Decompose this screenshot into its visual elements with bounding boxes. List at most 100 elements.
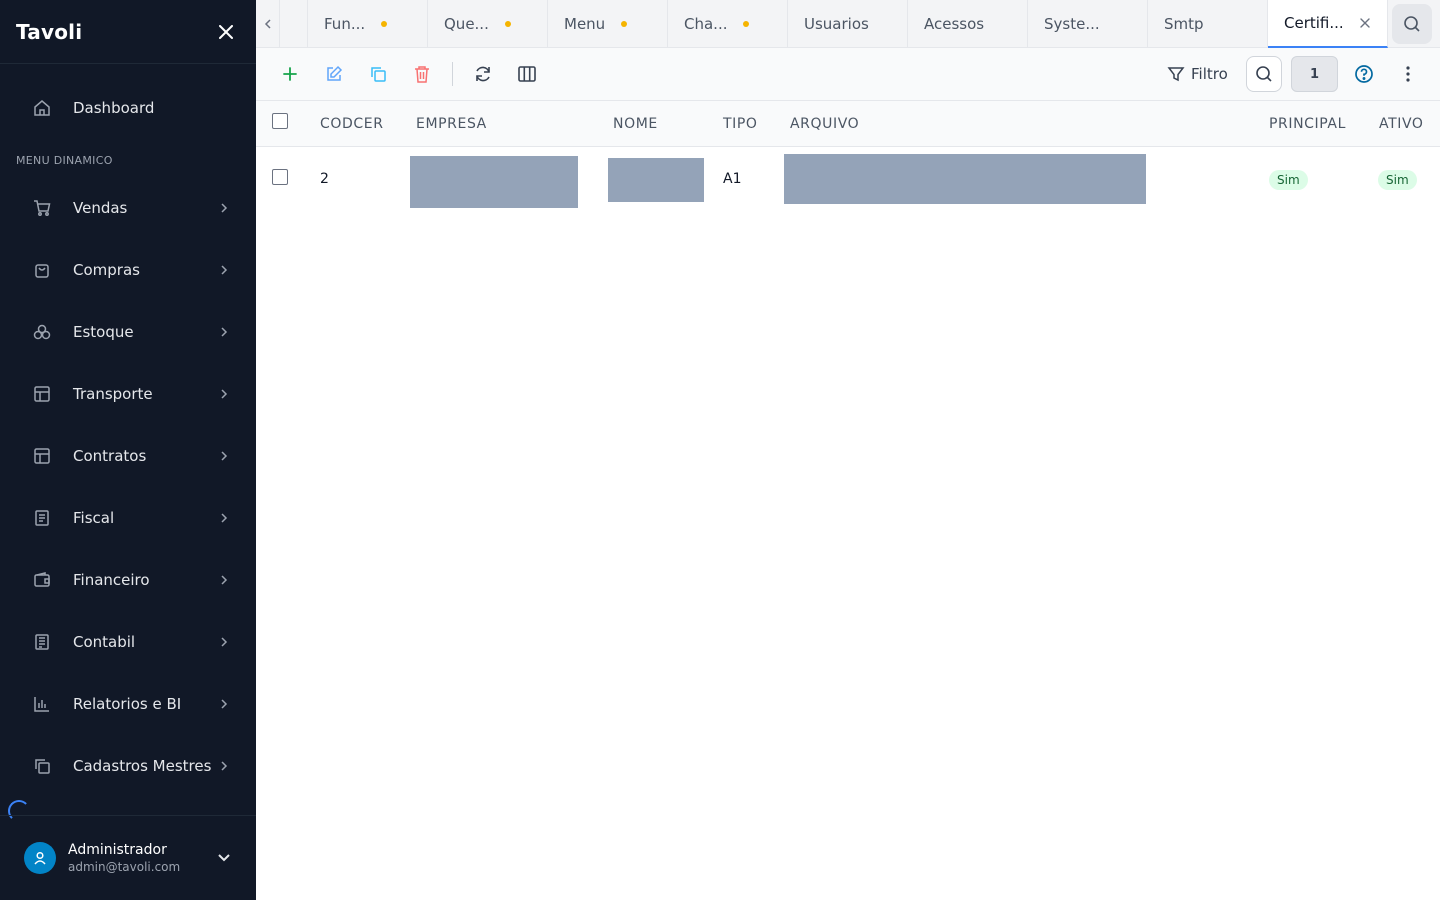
brand-logo: Tavoli bbox=[16, 19, 83, 44]
sidebar-item-financeiro[interactable]: Financeiro bbox=[16, 549, 240, 611]
toolbar: Filtro 1 bbox=[256, 48, 1440, 101]
bar-chart-icon bbox=[32, 694, 52, 714]
tab-search-button[interactable] bbox=[1392, 4, 1432, 44]
cell-tipo: A1 bbox=[723, 171, 742, 187]
sidebar-item-label: Vendas bbox=[73, 199, 128, 217]
tab-usuarios[interactable]: Usuarios bbox=[788, 0, 908, 48]
sidebar-item-label: Cadastros Mestres bbox=[73, 757, 212, 775]
column-header-empresa[interactable]: EMPRESA bbox=[416, 116, 487, 132]
tab-scroll-left-button[interactable] bbox=[256, 0, 280, 48]
tab-smtp[interactable]: Smtp bbox=[1148, 0, 1268, 48]
refresh-button[interactable] bbox=[471, 62, 495, 86]
search-icon bbox=[1256, 66, 1272, 82]
more-options-button[interactable] bbox=[1396, 62, 1420, 86]
record-count: 1 bbox=[1291, 56, 1338, 92]
copy-icon bbox=[371, 67, 386, 82]
tab-label: Cha... bbox=[684, 15, 728, 33]
tab-acessos[interactable]: Acessos bbox=[908, 0, 1028, 48]
column-header-tipo[interactable]: TIPO bbox=[723, 116, 758, 132]
column-header-codcer[interactable]: CODCER bbox=[320, 116, 384, 132]
wallet-icon bbox=[32, 570, 52, 590]
column-header-arquivo[interactable]: ARQUIVO bbox=[790, 116, 859, 132]
tab-label: Syste... bbox=[1044, 15, 1100, 33]
plus-icon bbox=[283, 67, 297, 81]
tab-spacer bbox=[280, 0, 308, 48]
more-vertical-icon bbox=[1406, 66, 1410, 82]
chevron-right-icon bbox=[218, 636, 230, 648]
tab-bar: Fun... Que... Menu Cha... Usuarios Acess… bbox=[256, 0, 1440, 48]
sidebar-item-dashboard[interactable]: Dashboard bbox=[16, 84, 240, 132]
user-email: admin@tavoli.com bbox=[68, 860, 181, 874]
sidebar-item-fiscal[interactable]: Fiscal bbox=[16, 487, 240, 549]
sidebar-header: Tavoli bbox=[0, 0, 256, 64]
bag-icon bbox=[32, 260, 52, 280]
edit-button[interactable] bbox=[322, 62, 346, 86]
column-header-ativo[interactable]: ATIVO bbox=[1379, 116, 1424, 132]
trash-icon bbox=[415, 66, 429, 83]
ledger-icon bbox=[32, 632, 52, 652]
sidebar-item-relatorios-bi[interactable]: Relatorios e BI bbox=[16, 673, 240, 735]
chevron-down-icon[interactable] bbox=[216, 850, 232, 866]
boxes-icon bbox=[32, 322, 52, 342]
sidebar-item-label: Transporte bbox=[73, 385, 153, 403]
status-badge-principal: Sim bbox=[1269, 170, 1308, 190]
tab-certificados[interactable]: Certifi... bbox=[1268, 0, 1388, 48]
search-button[interactable] bbox=[1246, 56, 1282, 92]
columns-button[interactable] bbox=[515, 62, 539, 86]
sidebar-item-cadastros-mestres[interactable]: Cadastros Mestres bbox=[16, 735, 240, 797]
add-button[interactable] bbox=[278, 62, 302, 86]
tab-label: Certifi... bbox=[1284, 14, 1344, 32]
sidebar-item-vendas[interactable]: Vendas bbox=[16, 177, 240, 239]
help-icon bbox=[1355, 65, 1373, 83]
chevron-right-icon bbox=[218, 388, 230, 400]
sidebar-item-transporte[interactable]: Transporte bbox=[16, 363, 240, 425]
select-all-checkbox[interactable] bbox=[272, 113, 288, 129]
sidebar-item-compras[interactable]: Compras bbox=[16, 239, 240, 301]
document-icon bbox=[32, 508, 52, 528]
table-header: CODCER EMPRESA NOME TIPO ARQUIVO PRINCIP… bbox=[256, 101, 1440, 147]
table-row[interactable]: 2 A1 Sim Sim bbox=[256, 147, 1440, 211]
sidebar-item-contratos[interactable]: Contratos bbox=[16, 425, 240, 487]
tab-chamados[interactable]: Cha... bbox=[668, 0, 788, 48]
chevron-right-icon bbox=[218, 264, 230, 276]
column-header-nome[interactable]: NOME bbox=[613, 116, 658, 132]
user-icon bbox=[34, 851, 46, 865]
unsaved-dot-icon bbox=[621, 21, 628, 27]
tab-menu[interactable]: Menu bbox=[548, 0, 668, 48]
filter-label: Filtro bbox=[1191, 65, 1228, 83]
user-menu[interactable]: Administrador admin@tavoli.com bbox=[0, 815, 256, 900]
search-icon bbox=[1404, 16, 1420, 32]
status-badge-ativo: Sim bbox=[1378, 170, 1417, 190]
delete-button[interactable] bbox=[410, 62, 434, 86]
chevron-right-icon bbox=[218, 760, 230, 772]
tab-funcoes[interactable]: Fun... bbox=[308, 0, 428, 48]
tab-system[interactable]: Syste... bbox=[1028, 0, 1148, 48]
duplicate-button[interactable] bbox=[366, 62, 390, 86]
tab-label: Menu bbox=[564, 15, 606, 33]
tab-label: Acessos bbox=[924, 15, 985, 33]
tab-label: Smtp bbox=[1164, 15, 1204, 33]
chevron-right-icon bbox=[218, 512, 230, 524]
tab-label: Que... bbox=[444, 15, 489, 33]
cell-codcer: 2 bbox=[320, 171, 329, 187]
close-icon bbox=[219, 24, 233, 39]
home-icon bbox=[32, 98, 52, 118]
filter-button[interactable]: Filtro bbox=[1167, 60, 1228, 88]
sidebar-item-estoque[interactable]: Estoque bbox=[16, 301, 240, 363]
section-label: MENU DINAMICO bbox=[16, 154, 113, 167]
tab-queries[interactable]: Que... bbox=[428, 0, 548, 48]
close-tab-icon[interactable] bbox=[1359, 17, 1371, 29]
toolbar-divider bbox=[452, 62, 453, 86]
sidebar-item-contabil[interactable]: Contabil bbox=[16, 611, 240, 673]
sidebar-item-label: Compras bbox=[73, 261, 140, 279]
cart-icon bbox=[32, 198, 52, 218]
row-checkbox[interactable] bbox=[272, 169, 288, 185]
sidebar-item-label: Relatorios e BI bbox=[73, 695, 182, 713]
chevron-right-icon bbox=[218, 450, 230, 462]
sidebar-item-label: Financeiro bbox=[73, 571, 150, 589]
layout-icon bbox=[32, 384, 52, 404]
close-sidebar-button[interactable] bbox=[212, 18, 240, 46]
column-header-principal[interactable]: PRINCIPAL bbox=[1269, 116, 1346, 132]
chevron-right-icon bbox=[218, 574, 230, 586]
help-button[interactable] bbox=[1352, 62, 1376, 86]
